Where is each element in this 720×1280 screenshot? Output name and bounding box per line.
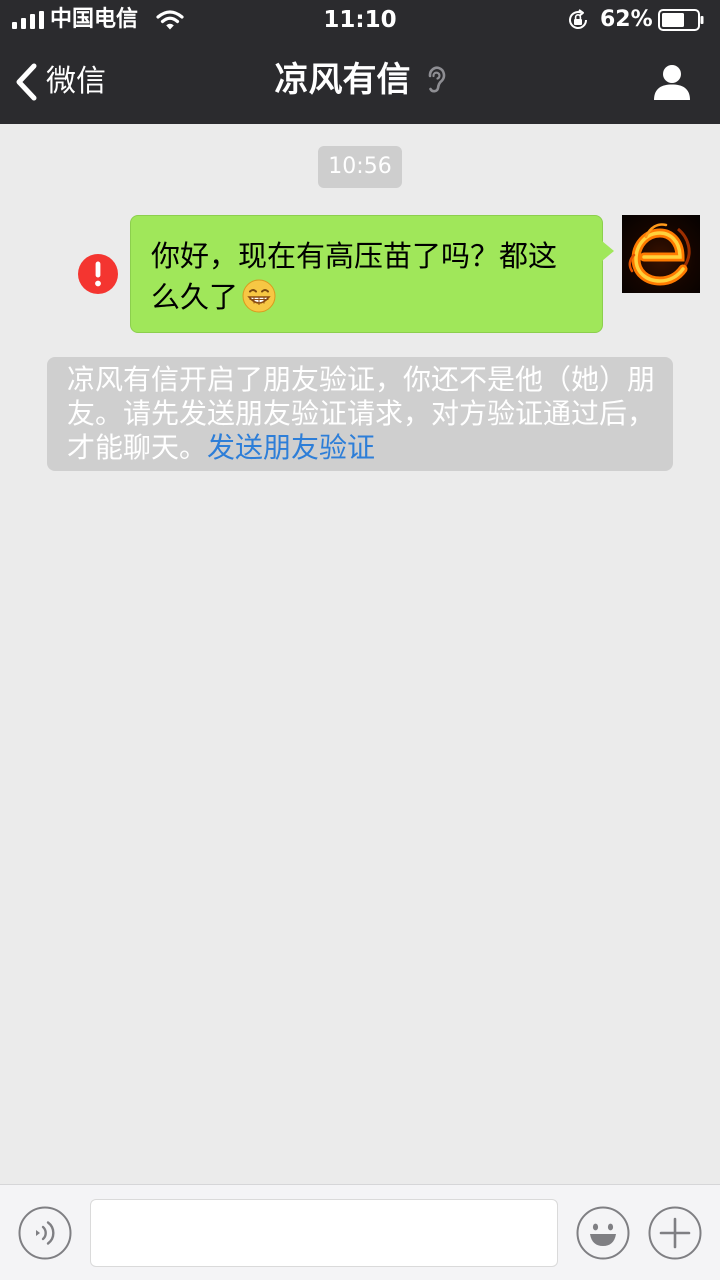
chat-title-text: 凉风有信 [274,60,411,100]
grin-emoji-icon [242,279,276,313]
ear-icon [428,66,445,93]
outgoing-message-bubble[interactable]: 你好，现在有高压苗了吗？都这么久了 [130,215,603,333]
chat-title: 凉风有信 [0,58,720,102]
person-icon[interactable] [652,62,692,102]
system-message: 凉风有信开启了朋友验证，你还不是他（她）朋友。请先发送朋友验证请求，对方验证通过… [47,357,673,471]
plus-icon[interactable] [648,1206,702,1260]
message-timestamp: 10:56 [318,146,402,188]
fire-logo-image [628,223,691,286]
header: 中国电信 11:10 62% 微信 凉风有信 [0,0,720,124]
nav-bar: 微信 凉风有信 [0,40,720,124]
battery-percent: 62% [600,7,653,32]
status-bar: 中国电信 11:10 62% [0,0,720,40]
input-bar [0,1184,720,1280]
send-friend-verification-link[interactable]: 发送朋友验证 [207,431,375,464]
battery-icon [658,9,704,31]
orientation-lock-icon [569,9,587,29]
message-input[interactable] [90,1199,558,1267]
exclamation-icon[interactable] [77,253,119,295]
outgoing-message-text: 你好，现在有高压苗了吗？都这么久了 [151,239,558,314]
bubble-tail [602,241,614,261]
voice-icon[interactable] [18,1206,72,1260]
avatar[interactable] [622,215,700,293]
smiley-icon[interactable] [576,1206,630,1260]
